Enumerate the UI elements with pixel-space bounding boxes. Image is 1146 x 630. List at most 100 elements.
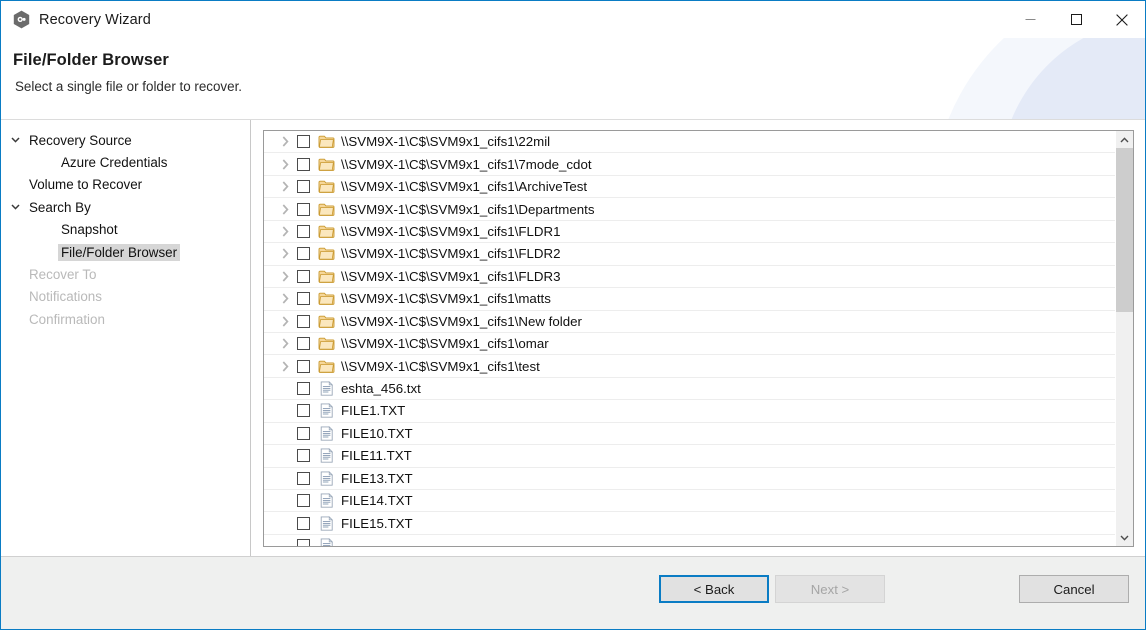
tree-row[interactable]: \\SVM9X-1\C$\SVM9x1_cifs1\matts xyxy=(264,288,1115,311)
row-checkbox[interactable] xyxy=(297,539,310,546)
chevron-right-icon[interactable] xyxy=(273,181,297,192)
maximize-button[interactable] xyxy=(1053,1,1099,38)
sidebar-expander-spacer xyxy=(11,286,26,308)
row-checkbox[interactable] xyxy=(297,471,310,485)
tree-row[interactable]: \\SVM9X-1\C$\SVM9x1_cifs1\FLDR2 xyxy=(264,243,1115,266)
chevron-right-icon[interactable] xyxy=(273,338,297,349)
chevron-right-icon[interactable] xyxy=(273,136,297,147)
document-icon xyxy=(318,403,341,419)
document-icon xyxy=(318,470,341,486)
chevron-right-icon[interactable] xyxy=(273,316,297,327)
row-checkbox[interactable] xyxy=(297,426,310,440)
tree-row[interactable] xyxy=(264,535,1115,546)
sidebar-item-label: Volume to Recover xyxy=(29,177,143,193)
tree-row[interactable]: FILE15.TXT xyxy=(264,512,1115,535)
window-controls xyxy=(1007,1,1145,38)
chevron-right-icon[interactable] xyxy=(273,226,297,237)
row-checkbox[interactable] xyxy=(297,449,310,463)
tree-row-label: \\SVM9X-1\C$\SVM9x1_cifs1\matts xyxy=(341,291,551,307)
sidebar-item-file-folder-browser[interactable]: File/Folder Browser xyxy=(1,241,250,263)
tree-row-label: \\SVM9X-1\C$\SVM9x1_cifs1\ArchiveTest xyxy=(341,179,588,195)
tree-row-label: \\SVM9X-1\C$\SVM9x1_cifs1\7mode_cdot xyxy=(341,156,592,172)
folder-icon xyxy=(318,291,341,306)
row-checkbox[interactable] xyxy=(297,247,310,261)
chevron-right-icon[interactable] xyxy=(273,248,297,259)
folder-icon xyxy=(318,157,341,172)
row-checkbox[interactable] xyxy=(297,516,310,530)
sidebar-item-snapshot[interactable]: Snapshot xyxy=(1,219,250,241)
tree-row[interactable]: \\SVM9X-1\C$\SVM9x1_cifs1\ArchiveTest xyxy=(264,176,1115,199)
cancel-button[interactable]: Cancel xyxy=(1019,575,1129,603)
minimize-button[interactable] xyxy=(1007,1,1053,38)
tree-row[interactable]: FILE14.TXT xyxy=(264,490,1115,513)
chevron-right-icon[interactable] xyxy=(273,271,297,282)
tree-row[interactable]: \\SVM9X-1\C$\SVM9x1_cifs1\FLDR1 xyxy=(264,221,1115,244)
tree-row-label: \\SVM9X-1\C$\SVM9x1_cifs1\omar xyxy=(341,336,549,352)
tree-row-label: FILE1.TXT xyxy=(341,403,406,419)
tree-row[interactable]: \\SVM9X-1\C$\SVM9x1_cifs1\7mode_cdot xyxy=(264,153,1115,176)
app-hexagon-icon xyxy=(13,10,30,29)
scroll-up-button[interactable] xyxy=(1116,131,1133,148)
content-area: \\SVM9X-1\C$\SVM9x1_cifs1\22mil \\SVM9X-1… xyxy=(251,120,1145,556)
tree-row[interactable]: \\SVM9X-1\C$\SVM9x1_cifs1\22mil xyxy=(264,131,1115,154)
row-checkbox[interactable] xyxy=(297,157,310,171)
sidebar-expander-spacer xyxy=(11,174,26,196)
scrollbar-track[interactable] xyxy=(1116,148,1133,529)
next-button[interactable]: Next > xyxy=(775,575,885,603)
row-checkbox[interactable] xyxy=(297,224,310,238)
row-checkbox[interactable] xyxy=(297,359,310,373)
sidebar-item-volume-to-recover[interactable]: Volume to Recover xyxy=(1,174,250,196)
tree-row[interactable]: eshta_456.txt xyxy=(264,378,1115,401)
tree-row[interactable]: \\SVM9X-1\C$\SVM9x1_cifs1\FLDR3 xyxy=(264,266,1115,289)
recovery-wizard-window: Recovery Wizard File/Folder Browser Sele… xyxy=(0,0,1146,630)
window-body: Recovery Source Azure Credentials Volume t… xyxy=(1,120,1145,556)
row-checkbox[interactable] xyxy=(297,314,310,328)
tree-row[interactable]: \\SVM9X-1\C$\SVM9x1_cifs1\test xyxy=(264,355,1115,378)
file-folder-tree-panel: \\SVM9X-1\C$\SVM9x1_cifs1\22mil \\SVM9X-1… xyxy=(263,130,1134,547)
chevron-right-icon[interactable] xyxy=(273,203,297,215)
tree-row-label: eshta_456.txt xyxy=(341,381,421,397)
chevron-right-icon[interactable] xyxy=(273,361,297,372)
row-checkbox[interactable] xyxy=(297,180,310,194)
close-button[interactable] xyxy=(1099,1,1145,38)
tree-row-label: \\SVM9X-1\C$\SVM9x1_cifs1\test xyxy=(341,358,540,374)
row-checkbox[interactable] xyxy=(297,269,310,283)
row-checkbox[interactable] xyxy=(297,202,310,216)
tree-row[interactable]: \\SVM9X-1\C$\SVM9x1_cifs1\New folder xyxy=(264,311,1115,333)
row-checkbox[interactable] xyxy=(297,404,310,418)
tree-row[interactable]: FILE1.TXT xyxy=(264,400,1115,423)
page-title: File/Folder Browser xyxy=(13,51,169,69)
sidebar-item-search-by[interactable]: Search By xyxy=(1,196,250,218)
tree-row[interactable]: FILE13.TXT xyxy=(264,468,1115,490)
folder-icon xyxy=(318,202,341,217)
row-checkbox[interactable] xyxy=(297,337,310,351)
sidebar-item-confirmation: Confirmation xyxy=(1,308,250,330)
sidebar-item-label: File/Folder Browser xyxy=(58,243,181,261)
tree-row-label: \\SVM9X-1\C$\SVM9x1_cifs1\FLDR1 xyxy=(341,223,561,239)
tree-row[interactable]: FILE10.TXT xyxy=(264,423,1115,446)
tree-row[interactable]: FILE11.TXT xyxy=(264,445,1115,468)
sidebar-expander-spacer xyxy=(11,264,26,286)
document-icon xyxy=(318,538,341,546)
back-button[interactable]: < Back xyxy=(659,575,769,603)
chevron-right-icon[interactable] xyxy=(273,293,297,304)
sidebar-item-recovery-source[interactable]: Recovery Source xyxy=(1,129,250,151)
sidebar-item-label: Azure Credentials xyxy=(61,155,168,171)
footer-bar: < Back Next > Cancel xyxy=(1,556,1145,629)
row-checkbox[interactable] xyxy=(297,382,310,396)
tree-row[interactable]: \\SVM9X-1\C$\SVM9x1_cifs1\omar xyxy=(264,333,1115,356)
row-checkbox[interactable] xyxy=(297,494,310,508)
sidebar-item-label: Notifications xyxy=(29,289,102,305)
sidebar-item-notifications: Notifications xyxy=(1,286,250,308)
chevron-down-icon xyxy=(11,129,26,151)
tree-vertical-scrollbar[interactable] xyxy=(1115,131,1133,546)
chevron-right-icon[interactable] xyxy=(273,159,297,170)
row-checkbox[interactable] xyxy=(297,135,310,149)
tree-row[interactable]: \\SVM9X-1\C$\SVM9x1_cifs1\Departments xyxy=(264,198,1115,221)
scroll-down-button[interactable] xyxy=(1116,529,1133,546)
sidebar-item-azure-credentials[interactable]: Azure Credentials xyxy=(1,151,250,173)
title-bar: Recovery Wizard xyxy=(1,1,1145,38)
scrollbar-thumb[interactable] xyxy=(1116,148,1133,312)
row-checkbox[interactable] xyxy=(297,292,310,306)
chevron-down-icon xyxy=(11,196,26,218)
